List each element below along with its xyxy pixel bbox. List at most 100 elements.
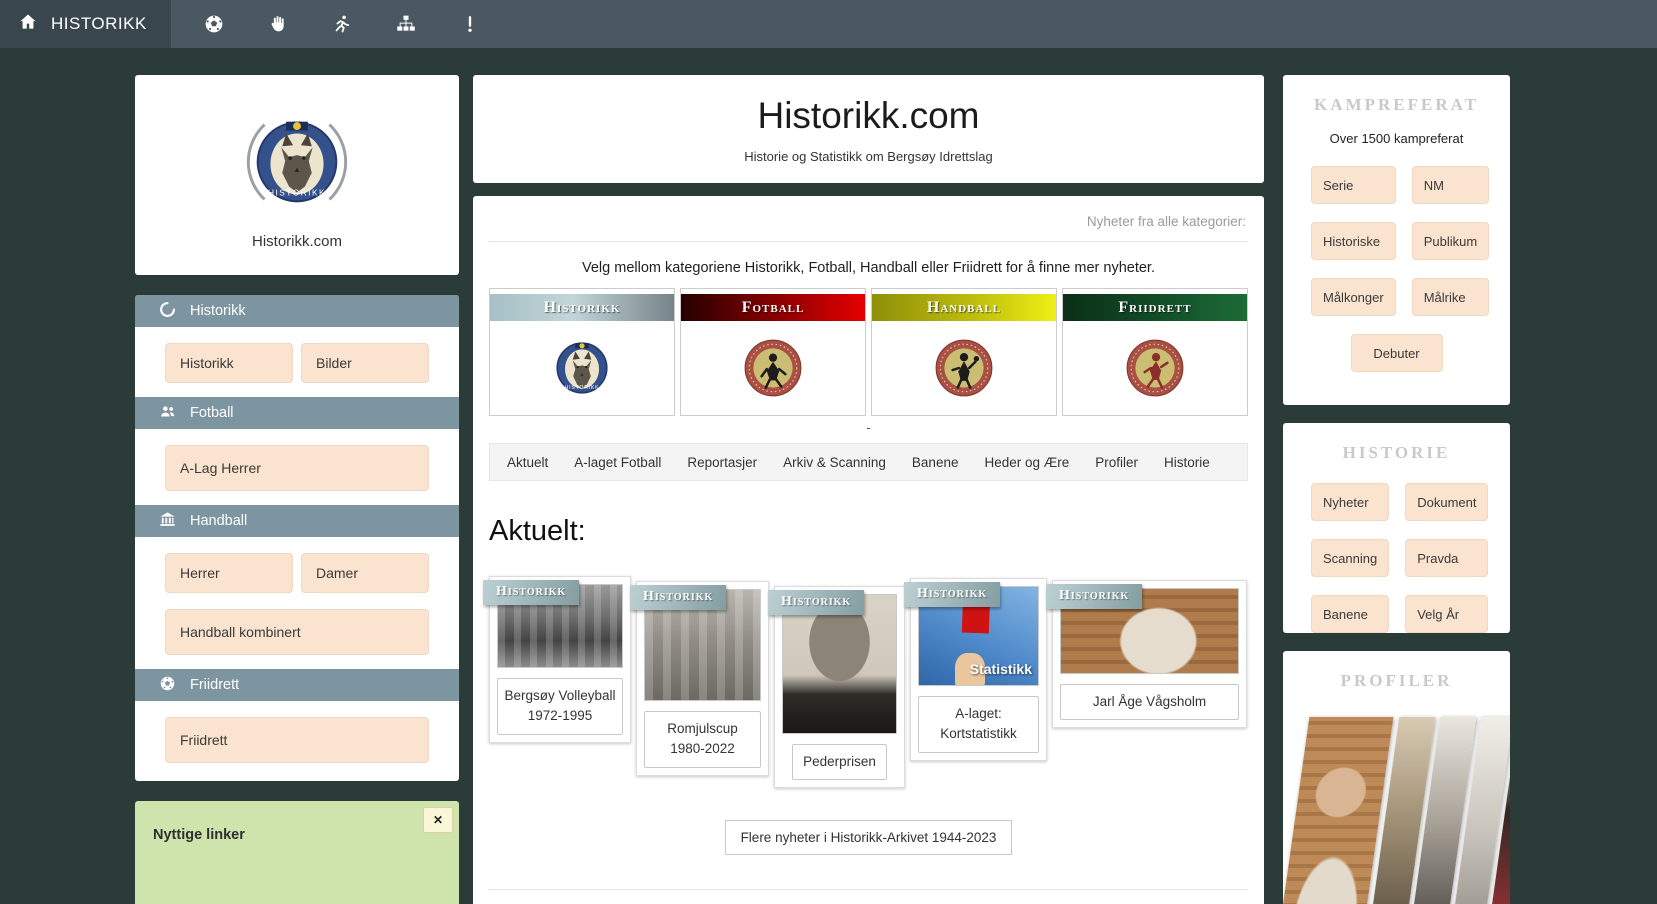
category-card-handball[interactable]: Handball	[871, 288, 1057, 416]
historikk-logo: HISTORIKK	[490, 321, 674, 415]
sidebar-button-handball-kombinert[interactable]: Handball kombinert	[165, 609, 429, 655]
sidebar-button-herrer[interactable]: Herrer	[165, 553, 293, 593]
sidebar-section-handball[interactable]: Handball	[135, 505, 459, 537]
site-logo-card: HISTORIKK Historikk.com	[135, 75, 459, 275]
divider	[489, 241, 1248, 242]
news-caption[interactable]: Bergsøy Volleyball 1972-1995	[497, 678, 623, 735]
sidebar-button-damer[interactable]: Damer	[301, 553, 429, 593]
profiler-panel: PROFILER	[1283, 651, 1510, 904]
navbar-icon-menu	[203, 0, 481, 48]
button-malrike[interactable]: Målrike	[1411, 278, 1490, 316]
news-badge: Historikk	[904, 582, 1001, 607]
section-label: Fotball	[190, 405, 234, 421]
navbar-brand[interactable]: HISTORIKK	[0, 0, 171, 48]
category-banner: Fotball	[681, 294, 865, 321]
fotball-club-logo	[681, 321, 865, 415]
soccer-ball-icon	[159, 675, 176, 696]
button-banene[interactable]: Banene	[1311, 595, 1390, 633]
photo-overlay-text: Statistikk	[969, 661, 1032, 677]
news-filter-label: Nyheter fra alle kategorier:	[1086, 214, 1246, 229]
category-card-friidrett[interactable]: Friidrett	[1062, 288, 1248, 416]
bank-icon	[159, 511, 176, 532]
tab-aktuelt[interactable]: Aktuelt	[494, 455, 561, 470]
news-photo	[782, 594, 897, 734]
sidebar-button-a-lag-herrer[interactable]: A-Lag Herrer	[165, 445, 429, 491]
category-card-fotball[interactable]: Fotball	[680, 288, 866, 416]
page-subtitle: Historie og Statistikk om Bergsøy Idrett…	[744, 148, 993, 164]
news-card-pederprisen[interactable]: Historikk Pederprisen	[768, 586, 905, 789]
section-label: Historikk	[190, 303, 246, 319]
divider	[489, 889, 1248, 891]
sidebar-button-friidrett[interactable]: Friidrett	[165, 717, 429, 763]
button-scanning[interactable]: Scanning	[1311, 539, 1390, 577]
kampreferat-title: KAMPREFERAT	[1314, 95, 1479, 114]
news-caption[interactable]: Jarl Åge Vågsholm	[1060, 684, 1239, 721]
sidebar-section-fotball[interactable]: Fotball	[135, 397, 459, 429]
button-publikum[interactable]: Publikum	[1411, 222, 1490, 260]
news-caption[interactable]: Pederprisen	[792, 744, 887, 781]
button-serie[interactable]: Serie	[1311, 166, 1396, 204]
button-velg-ar[interactable]: Velg År	[1405, 595, 1489, 633]
kampreferat-subtitle: Over 1500 kampreferat	[1329, 131, 1464, 146]
tab-historie[interactable]: Historie	[1151, 455, 1223, 470]
news-card-romjulscup[interactable]: Historikk Romjulscup 1980-2022	[630, 581, 769, 776]
category-banner: Historikk	[490, 294, 674, 321]
button-nyheter[interactable]: Nyheter	[1311, 483, 1390, 521]
historie-buttons: Nyheter Dokument Scanning Pravda Banene …	[1311, 483, 1489, 633]
profiler-collage[interactable]	[1283, 707, 1510, 904]
button-nm[interactable]: NM	[1411, 166, 1490, 204]
sidebar-button-historikk[interactable]: Historikk	[165, 343, 293, 383]
kampreferat-buttons: Serie NM Historiske Publikum Målkonger M…	[1311, 166, 1490, 316]
site-logo: HISTORIKK	[246, 121, 348, 203]
more-news-row: Flere nyheter i Historikk-Arkivet 1944-2…	[489, 820, 1248, 856]
tab-profiler[interactable]: Profiler	[1082, 455, 1151, 470]
friidrett-club-logo	[1063, 321, 1247, 415]
profiler-title: PROFILER	[1340, 671, 1453, 690]
svg-text:HISTORIKK: HISTORIKK	[565, 385, 600, 391]
top-navbar: HISTORIKK	[0, 0, 1657, 48]
news-badge: Historikk	[483, 580, 580, 605]
news-caption[interactable]: Romjulscup 1980-2022	[644, 711, 761, 768]
button-historiske[interactable]: Historiske	[1311, 222, 1396, 260]
useful-links-title: Nyttige linker	[153, 827, 245, 843]
more-news-button[interactable]: Flere nyheter i Historikk-Arkivet 1944-2…	[724, 820, 1013, 856]
tab-banene[interactable]: Banene	[899, 455, 972, 470]
news-card-row: Historikk Bergsøy Volleyball 1972-1995 H…	[483, 576, 1248, 789]
news-badge: Historikk	[1046, 584, 1143, 609]
tab-a-laget-fotball[interactable]: A-laget Fotball	[561, 455, 674, 470]
tab-reportasjer[interactable]: Reportasjer	[674, 455, 770, 470]
news-card-vagsholm[interactable]: Historikk Jarl Åge Vågsholm	[1046, 580, 1247, 729]
button-malkonger[interactable]: Målkonger	[1311, 278, 1396, 316]
button-dokument[interactable]: Dokument	[1405, 483, 1489, 521]
sidebar-button-bilder[interactable]: Bilder	[301, 343, 429, 383]
sidebar-section-historikk[interactable]: Historikk	[135, 295, 459, 327]
handball-club-logo	[872, 321, 1056, 415]
tab-arkiv-scanning[interactable]: Arkiv & Scanning	[770, 455, 899, 470]
main-content: Historikk.com Historie og Statistikk om …	[473, 48, 1264, 904]
news-caption[interactable]: A-laget: Kortstatistikk	[918, 696, 1039, 753]
sidebar-menu: Historikk Historikk Bilder Fotball A-Lag…	[135, 295, 459, 781]
sidebar-section-friidrett[interactable]: Friidrett	[135, 669, 459, 701]
hand-icon[interactable]	[267, 13, 289, 35]
news-section-card: Nyheter fra alle kategorier: Velg mellom…	[473, 196, 1264, 904]
close-button[interactable]: ✕	[423, 807, 453, 833]
circle-notch-icon	[159, 301, 176, 322]
separator-dash: -	[866, 420, 871, 435]
news-tabbar: Aktuelt A-laget Fotball Reportasjer Arki…	[489, 443, 1248, 481]
category-card-historikk[interactable]: Historikk HISTORIKK	[489, 288, 675, 416]
sitemap-icon[interactable]	[395, 13, 417, 35]
tab-heder-og-aere[interactable]: Heder og Ære	[971, 455, 1082, 470]
button-debuter[interactable]: Debuter	[1350, 334, 1443, 372]
exclamation-icon[interactable]	[459, 13, 481, 35]
button-pravda[interactable]: Pravda	[1405, 539, 1489, 577]
home-icon	[18, 12, 38, 37]
soccer-ball-icon[interactable]	[203, 13, 225, 35]
section-label: Friidrett	[190, 677, 240, 693]
aktuelt-heading: Aktuelt:	[489, 515, 586, 547]
runner-icon[interactable]	[331, 13, 353, 35]
news-card-kortstatistikk[interactable]: Historikk Statistikk A-laget: Kortstatis…	[904, 578, 1047, 761]
news-card-volleyball[interactable]: Historikk Bergsøy Volleyball 1972-1995	[483, 576, 631, 743]
category-hint: Velg mellom kategoriene Historikk, Fotba…	[581, 260, 1155, 276]
category-banner: Friidrett	[1063, 294, 1247, 321]
section-label: Handball	[190, 513, 248, 529]
